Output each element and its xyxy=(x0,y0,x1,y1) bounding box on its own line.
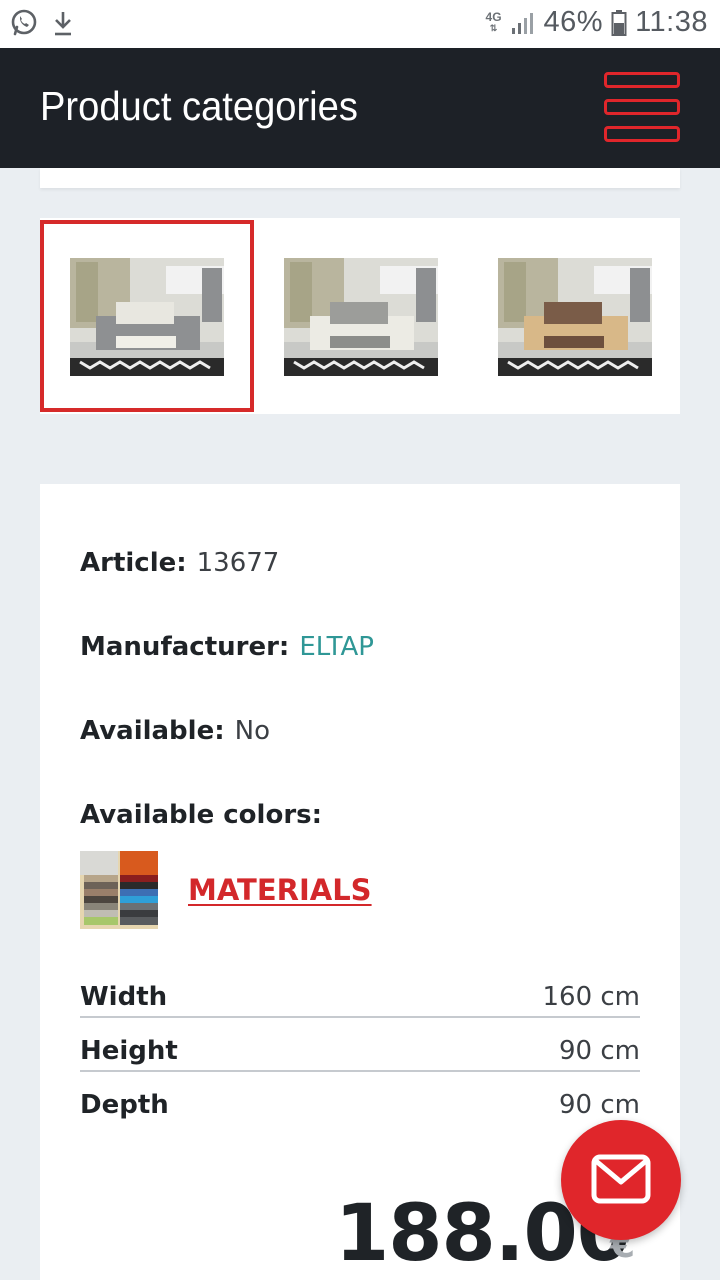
spec-row-height: Height 90 cm xyxy=(80,1034,640,1088)
available-label: Available: xyxy=(80,716,225,746)
menu-bar-top xyxy=(604,72,680,88)
mail-icon xyxy=(591,1154,651,1204)
article-label: Article: xyxy=(80,548,187,578)
hamburger-menu-icon[interactable] xyxy=(600,70,684,148)
product-thumbnail-gallery xyxy=(40,218,680,414)
status-bar: 4G ⇅ 46% 11:38 xyxy=(0,0,720,48)
manufacturer-label: Manufacturer: xyxy=(80,632,290,662)
spec-value: 90 cm xyxy=(559,1090,640,1120)
thumbnail-sofa-white-grey[interactable] xyxy=(254,220,468,412)
battery-icon xyxy=(611,9,627,36)
spec-value: 160 cm xyxy=(542,982,640,1012)
thumbnail-sofa-beige-brown[interactable] xyxy=(468,220,682,412)
article-row: Article: 13677 xyxy=(80,546,279,580)
whatsapp-icon xyxy=(11,9,37,36)
materials-link[interactable]: MATERIALS xyxy=(188,872,372,908)
network-type-indicator: 4G ⇅ xyxy=(485,9,502,33)
available-value: No xyxy=(234,716,270,746)
spec-value: 90 cm xyxy=(559,1036,640,1066)
manufacturer-link[interactable]: ELTAP xyxy=(299,632,374,662)
product-image xyxy=(70,258,224,376)
spec-key: Width xyxy=(80,982,168,1012)
signal-icon xyxy=(511,12,533,34)
product-image xyxy=(498,258,652,376)
article-value: 13677 xyxy=(196,548,280,578)
clock: 11:38 xyxy=(635,6,708,38)
materials-swatch-image[interactable] xyxy=(80,851,158,929)
spec-divider xyxy=(80,1070,640,1072)
menu-bar-bottom xyxy=(604,126,680,142)
manufacturer-row: Manufacturer: ELTAP xyxy=(80,630,374,664)
menu-bar-middle xyxy=(604,99,680,115)
available-colors-label: Available colors: xyxy=(80,800,323,830)
spec-row-depth: Depth 90 cm xyxy=(80,1088,640,1142)
availability-row: Available: No xyxy=(80,714,270,748)
contact-mail-button[interactable] xyxy=(561,1120,681,1240)
product-image xyxy=(284,258,438,376)
battery-percent: 46% xyxy=(543,6,604,38)
status-left-icons xyxy=(10,9,74,37)
spec-divider xyxy=(80,1016,640,1018)
status-right: 4G ⇅ 46% 11:38 xyxy=(486,6,708,39)
spec-key: Height xyxy=(80,1036,178,1066)
page-title: Product categories xyxy=(40,83,358,129)
available-colors-row: Available colors: xyxy=(80,798,322,832)
spec-key: Depth xyxy=(80,1090,169,1120)
app-header: Product categories xyxy=(0,48,720,168)
download-icon xyxy=(55,12,71,36)
previous-card-edge xyxy=(40,168,680,188)
spec-row-width: Width 160 cm xyxy=(80,980,640,1034)
thumbnail-sofa-grey-white[interactable] xyxy=(40,220,254,412)
